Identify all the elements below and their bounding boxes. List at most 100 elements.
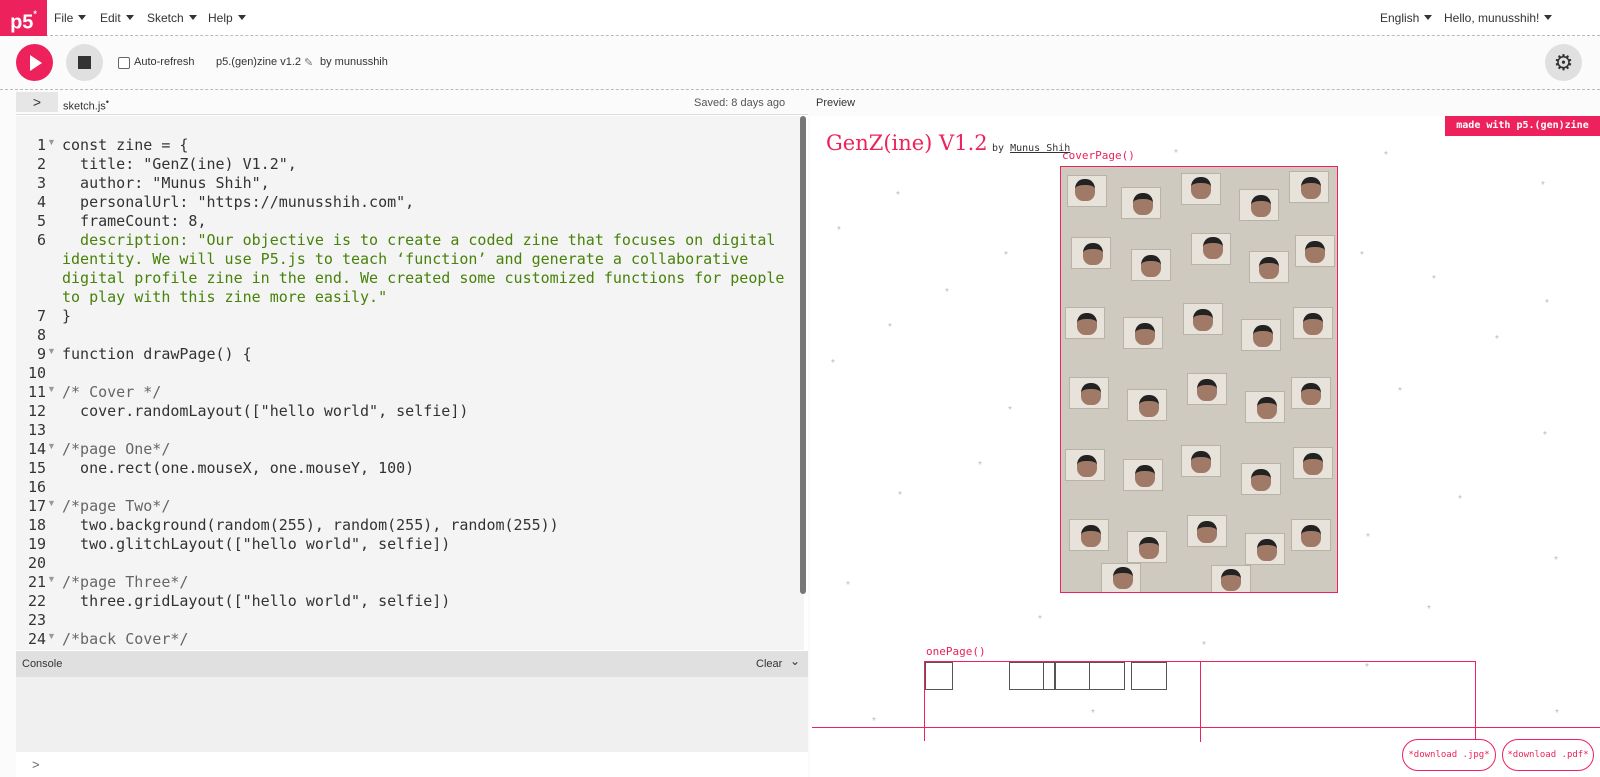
caret-down-icon bbox=[78, 15, 87, 20]
code-comment: /* Cover */ bbox=[62, 383, 162, 401]
star-icon: * bbox=[1008, 405, 1012, 416]
fold-arrow-icon[interactable]: ▼ bbox=[47, 384, 56, 394]
code-line: frameCount: 8, bbox=[62, 212, 207, 230]
p5-logo[interactable]: p5* bbox=[0, 0, 47, 36]
selfie-image bbox=[1301, 177, 1321, 199]
selfie-image bbox=[1197, 521, 1217, 543]
console-prompt[interactable]: > bbox=[32, 757, 40, 772]
star-icon: * bbox=[978, 460, 982, 471]
chevron-right-icon: > bbox=[32, 94, 42, 110]
rect-shape bbox=[925, 662, 953, 690]
selfie-image bbox=[1135, 323, 1155, 345]
menu-help[interactable]: Help bbox=[208, 11, 246, 25]
code-comment: /*back Cover*/ bbox=[62, 630, 189, 648]
console-output bbox=[16, 677, 808, 752]
code-line: digital profile zine in the end. We crea… bbox=[62, 269, 785, 287]
line-number: 14 bbox=[27, 440, 46, 458]
code-line: description: "Our objective is to create… bbox=[62, 231, 776, 249]
line-number: 16 bbox=[27, 478, 46, 496]
line-number: 24 bbox=[27, 630, 46, 648]
fold-arrow-icon[interactable]: ▼ bbox=[47, 498, 56, 508]
selfie-image bbox=[1221, 569, 1241, 591]
line-number: 22 bbox=[27, 592, 46, 610]
menubar: p5* File Edit Sketch Help English Hello,… bbox=[0, 0, 1600, 36]
fold-arrow-icon[interactable]: ▼ bbox=[47, 631, 56, 641]
made-with-badge[interactable]: made with p5.(gen)zine bbox=[1445, 116, 1600, 136]
code-editor[interactable]: 1 ▼ 2 3 4 5 6 7 8 9 ▼ 10 11 ▼ 12 13 14 ▼ 15 … bbox=[16, 116, 804, 650]
star-icon: * bbox=[1495, 334, 1499, 345]
console-clear-button[interactable]: Clear bbox=[756, 658, 782, 670]
selfie-image bbox=[1113, 567, 1133, 589]
menu-edit[interactable]: Edit bbox=[100, 11, 134, 25]
download-pdf-button[interactable]: *download .pdf* bbox=[1502, 739, 1594, 771]
selfie-image bbox=[1135, 465, 1155, 487]
auto-refresh-checkbox[interactable] bbox=[118, 57, 130, 69]
unsaved-indicator: • bbox=[105, 97, 110, 107]
selfie-image bbox=[1139, 537, 1159, 559]
chevron-down-icon[interactable]: ⌄ bbox=[790, 654, 800, 668]
selfie-image bbox=[1193, 309, 1213, 331]
star-icon: * bbox=[1555, 708, 1559, 719]
code-line: function drawPage() { bbox=[62, 345, 252, 363]
code-comment: /*page Two*/ bbox=[62, 497, 171, 515]
menu-file[interactable]: File bbox=[54, 11, 87, 25]
selfie-image bbox=[1139, 395, 1159, 417]
star-icon: * bbox=[831, 358, 835, 369]
language-menu[interactable]: English bbox=[1380, 11, 1433, 25]
fold-arrow-icon[interactable]: ▼ bbox=[47, 137, 56, 147]
sketch-name[interactable]: p5.(gen)zine v1.2 bbox=[216, 56, 301, 68]
line-number: 23 bbox=[27, 611, 46, 629]
gear-icon: ⚙ bbox=[1553, 50, 1574, 75]
code-line: two.background(random(255), random(255),… bbox=[62, 516, 559, 534]
caret-down-icon bbox=[125, 15, 134, 20]
preview-header bbox=[808, 92, 1600, 115]
star-icon: * bbox=[896, 190, 900, 201]
caret-down-icon bbox=[188, 15, 197, 20]
code-comment: /*page One*/ bbox=[62, 440, 171, 458]
user-menu[interactable]: Hello, munusshih! bbox=[1444, 11, 1553, 25]
selfie-image bbox=[1257, 539, 1277, 561]
line-number: 4 bbox=[36, 193, 46, 211]
fold-arrow-icon[interactable]: ▼ bbox=[47, 441, 56, 451]
star-icon: * bbox=[837, 225, 841, 236]
saved-status: Saved: 8 days ago bbox=[694, 97, 786, 109]
stop-button[interactable] bbox=[66, 44, 103, 81]
line-number: 3 bbox=[36, 174, 46, 192]
console-header[interactable] bbox=[16, 651, 808, 677]
line-number: 5 bbox=[36, 212, 46, 230]
settings-button[interactable]: ⚙ bbox=[1545, 44, 1582, 81]
play-button[interactable] bbox=[16, 44, 53, 81]
editor-scrollbar[interactable] bbox=[800, 116, 806, 594]
code-line: to play with this zine more easily." bbox=[62, 288, 388, 306]
play-icon bbox=[30, 55, 42, 71]
selfie-image bbox=[1203, 237, 1223, 259]
rect-shape bbox=[1043, 662, 1055, 690]
line-number: 2 bbox=[36, 155, 46, 173]
selfie-image bbox=[1305, 241, 1325, 263]
editor-tab-bar bbox=[16, 92, 808, 115]
star-icon: * bbox=[1543, 430, 1547, 441]
fold-arrow-icon[interactable]: ▼ bbox=[47, 346, 56, 356]
star-icon: * bbox=[1458, 494, 1462, 505]
line-number: 11 bbox=[27, 383, 46, 401]
pencil-icon[interactable]: ✎ bbox=[304, 56, 313, 69]
code-line: identity. We will use P5.js to teach ‘fu… bbox=[62, 250, 749, 268]
file-tab[interactable]: sketch.js• bbox=[63, 97, 109, 113]
selfie-image bbox=[1133, 193, 1153, 215]
fold-arrow-icon[interactable]: ▼ bbox=[47, 574, 56, 584]
selfie-image bbox=[1077, 455, 1097, 477]
star-icon: * bbox=[1366, 532, 1370, 543]
star-icon: * bbox=[1541, 180, 1545, 191]
selfie-image bbox=[1083, 243, 1103, 265]
code-line: three.gridLayout(["hello world", selfie]… bbox=[62, 592, 451, 610]
star-icon: * bbox=[1384, 150, 1388, 161]
star-icon: * bbox=[1427, 604, 1431, 615]
menu-sketch[interactable]: Sketch bbox=[147, 11, 197, 25]
sidebar-toggle-button[interactable]: > bbox=[16, 92, 58, 112]
code-line: title: "GenZ(ine) V1.2", bbox=[62, 155, 297, 173]
code-line: one.rect(one.mouseX, one.mouseY, 100) bbox=[62, 459, 415, 477]
selfie-image bbox=[1141, 255, 1161, 277]
sketch-owner[interactable]: by munusshih bbox=[320, 56, 388, 68]
download-jpg-button[interactable]: *download .jpg* bbox=[1402, 739, 1496, 771]
star-icon: * bbox=[1432, 274, 1436, 285]
